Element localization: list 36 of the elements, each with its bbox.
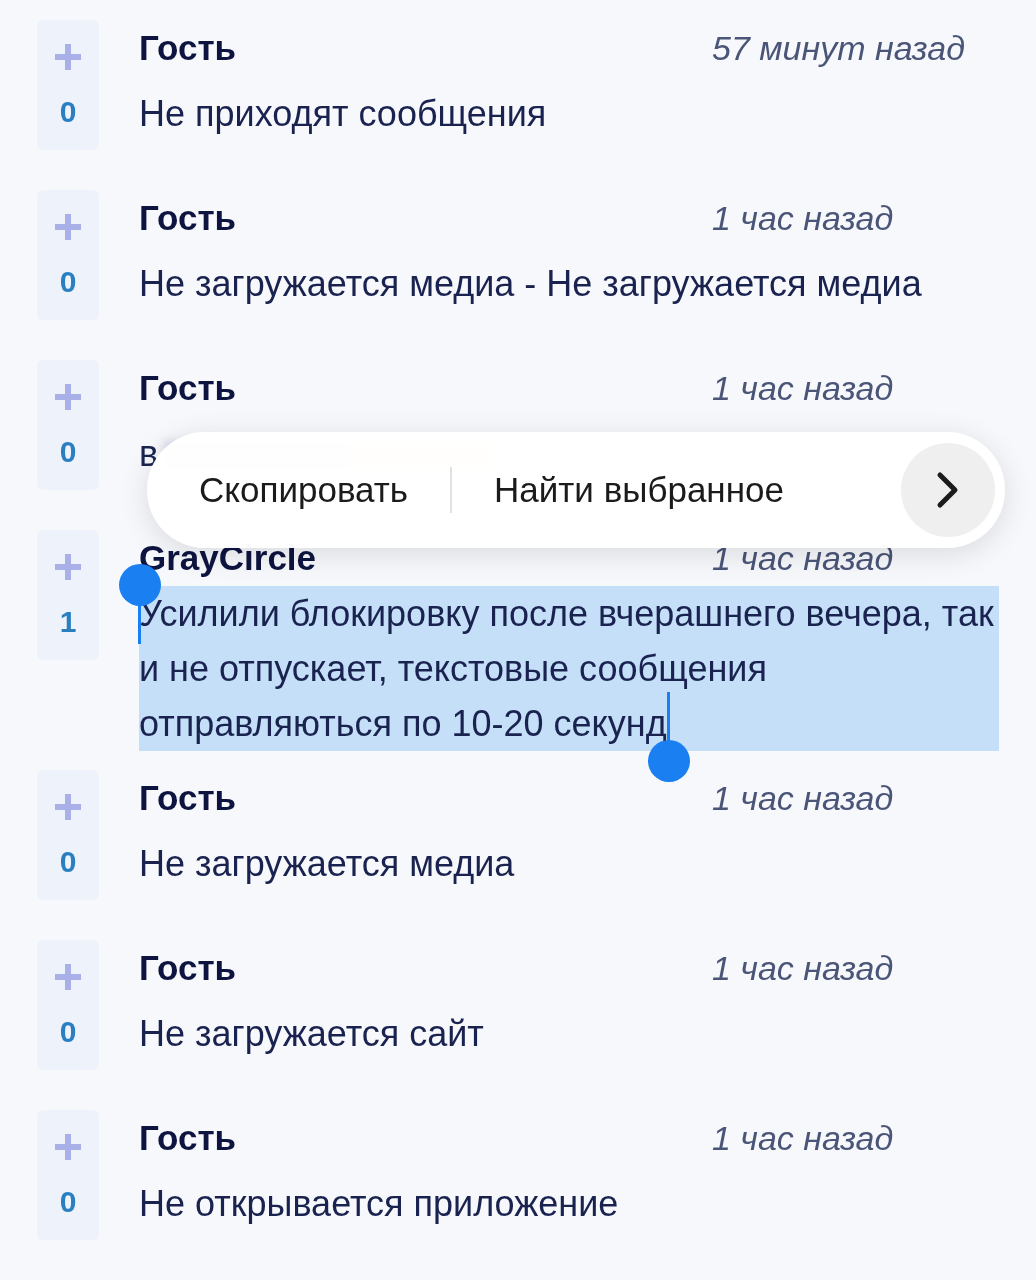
- plus-icon[interactable]: [55, 214, 81, 240]
- vote-count: 0: [59, 1014, 77, 1050]
- menu-item[interactable]: Найти выбранное: [452, 460, 826, 520]
- post-message: Не загружается медиа - Не загружается медиа: [139, 262, 923, 306]
- post-time: 1 час назад: [712, 368, 894, 408]
- post-time: 1 час назад: [712, 198, 894, 238]
- author-name: Гость: [139, 198, 237, 238]
- vote-count: 0: [59, 94, 77, 130]
- vote-count: 0: [59, 434, 77, 470]
- author-name: GrayCircle: [139, 538, 317, 578]
- author-name: Гость: [139, 28, 237, 68]
- plus-icon[interactable]: [55, 44, 81, 70]
- post-time: 1 час назад: [712, 538, 894, 578]
- author-name: Гость: [139, 948, 237, 988]
- post-message: Не загружается сайт: [139, 1012, 485, 1056]
- plus-icon[interactable]: [55, 964, 81, 990]
- more-button[interactable]: [901, 443, 995, 537]
- author-name: Гость: [139, 1118, 237, 1158]
- post-time: 1 час назад: [712, 948, 894, 988]
- post-message: Не загружается медиа: [139, 842, 516, 886]
- menu-item[interactable]: Скопировать: [157, 460, 451, 520]
- plus-icon[interactable]: [55, 384, 81, 410]
- vote-count: 1: [59, 604, 77, 640]
- author-name: Гость: [139, 368, 237, 408]
- post-time: 1 час назад: [712, 1118, 894, 1158]
- post-time: 57 минут назад: [712, 28, 965, 68]
- vote-count: 0: [59, 264, 77, 300]
- post-time: 1 час назад: [712, 778, 894, 818]
- post-message: Не приходят сообщения: [139, 92, 548, 136]
- vote-count: 0: [59, 844, 77, 880]
- author-name: Гость: [139, 778, 237, 818]
- post-message: Не открывается приложение: [139, 1182, 620, 1226]
- plus-icon[interactable]: [55, 554, 81, 580]
- plus-icon[interactable]: [55, 794, 81, 820]
- plus-icon[interactable]: [55, 1134, 81, 1160]
- vote-count: 0: [59, 1184, 77, 1220]
